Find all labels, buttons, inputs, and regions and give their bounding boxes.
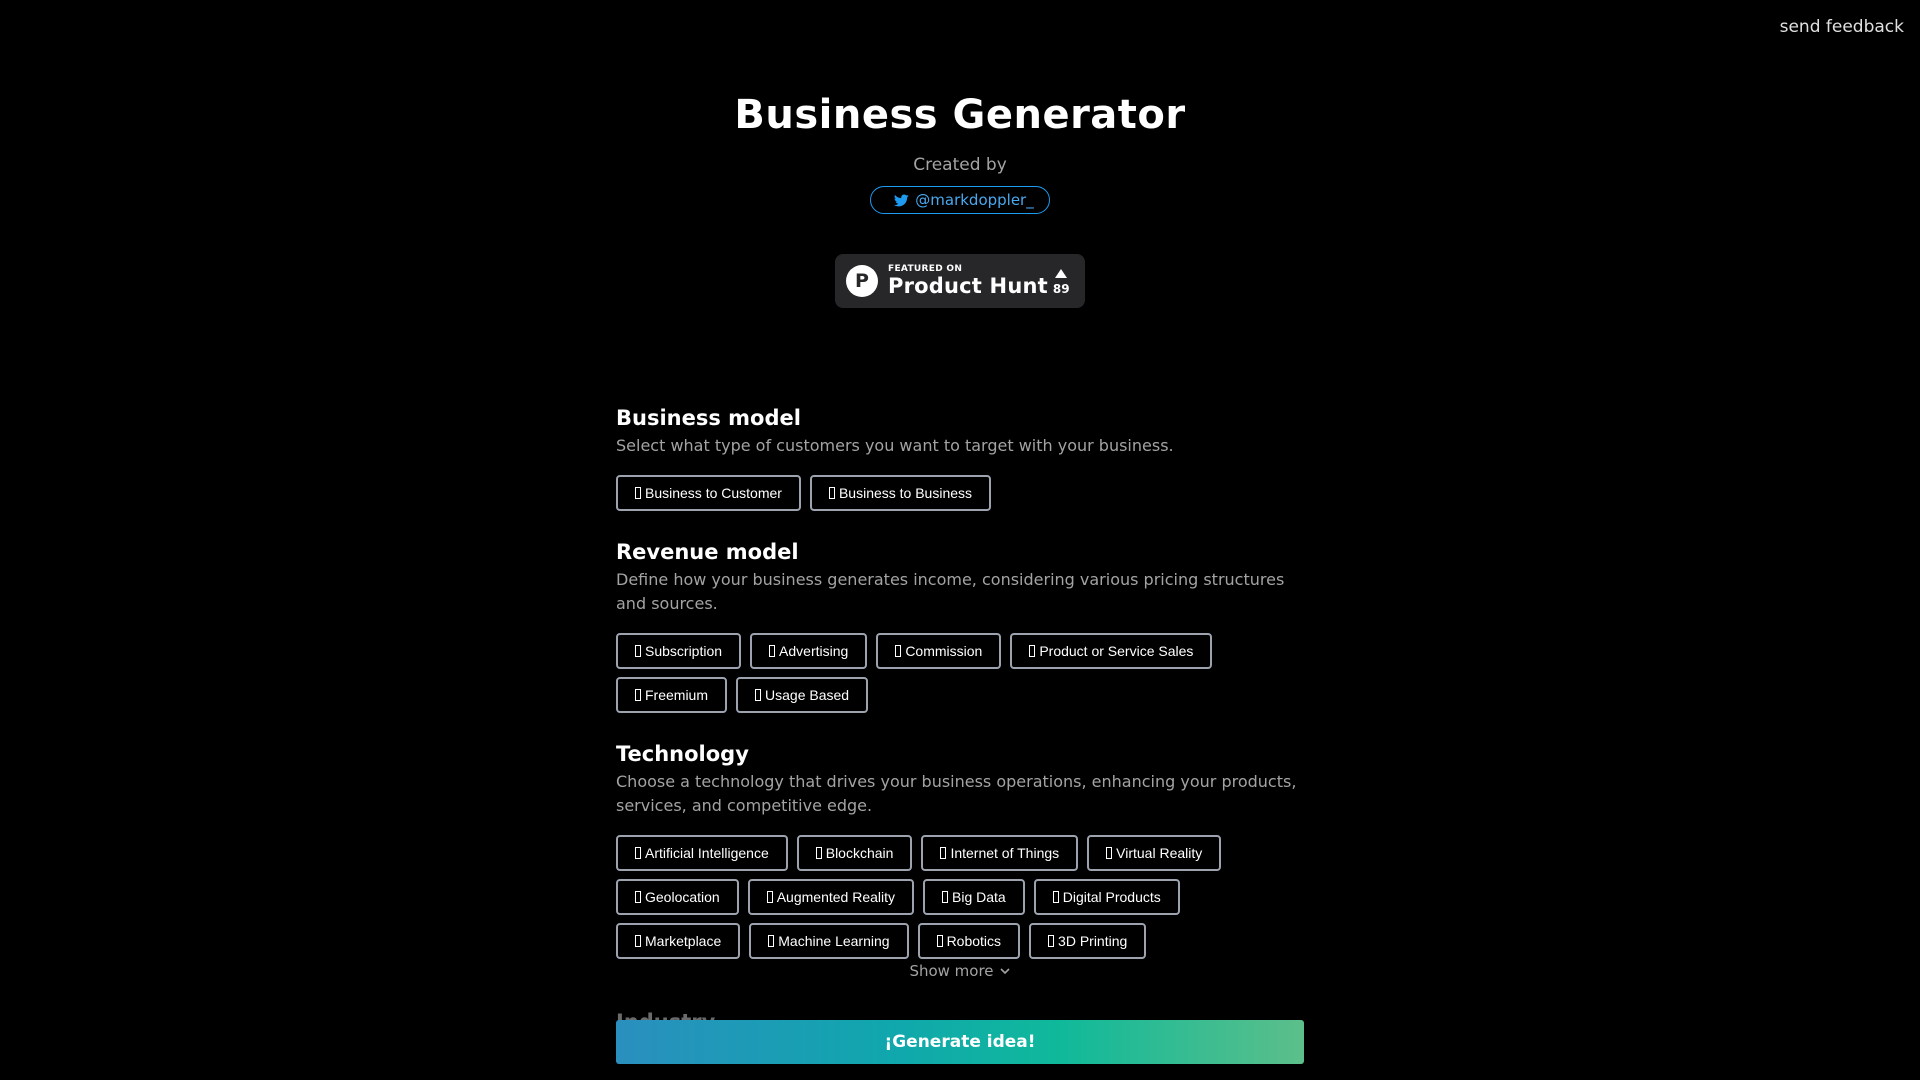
twitter-bird-icon — [894, 193, 910, 206]
vote-count: 89 — [1052, 281, 1070, 296]
option-label: Business to Customer — [645, 485, 782, 501]
option-label: 3D Printing — [1058, 933, 1128, 949]
option-label: Geolocation — [645, 889, 720, 905]
option-internet-of-things[interactable]: Internet of Things — [921, 835, 1079, 871]
page-title: Business Generator — [734, 92, 1186, 138]
option-marketplace[interactable]: Marketplace — [616, 923, 741, 959]
option-product-or-service-sales[interactable]: Product or Service Sales — [1010, 633, 1213, 669]
option-label: Augmented Reality — [776, 889, 896, 905]
emoji-placeholder-icon — [635, 487, 641, 499]
emoji-placeholder-icon — [766, 891, 773, 903]
option-label: Big Data — [952, 889, 1006, 905]
option-label: Internet of Things — [950, 845, 1060, 861]
emoji-placeholder-icon — [768, 935, 775, 947]
emoji-placeholder-icon — [635, 891, 641, 903]
option-virtual-reality[interactable]: Virtual Reality — [1087, 835, 1222, 871]
emoji-placeholder-icon — [755, 689, 762, 701]
option-digital-products[interactable]: Digital Products — [1033, 879, 1180, 915]
revenue-model-options: Subscription Advertising Commission Prod… — [616, 633, 1304, 713]
option-label: Freemium — [645, 687, 709, 703]
option-label: Artificial Intelligence — [645, 845, 769, 861]
option-business-to-customer[interactable]: Business to Customer — [616, 475, 801, 511]
product-hunt-logo-icon: P — [846, 265, 878, 297]
option-3d-printing[interactable]: 3D Printing — [1029, 923, 1147, 959]
emoji-placeholder-icon — [635, 645, 641, 657]
product-hunt-badge[interactable]: P FEATURED ON Product Hunt 89 — [835, 254, 1085, 308]
option-freemium[interactable]: Freemium — [616, 677, 728, 713]
option-label: Subscription — [645, 643, 723, 659]
technology-options: Artificial Intelligence Blockchain Inter… — [616, 835, 1304, 959]
emoji-placeholder-icon — [635, 689, 641, 701]
emoji-placeholder-icon — [940, 847, 947, 859]
show-more-toggle[interactable]: Show more — [909, 962, 1010, 980]
option-artificial-intelligence[interactable]: Artificial Intelligence — [616, 835, 788, 871]
emoji-placeholder-icon — [769, 645, 776, 657]
option-label: Business to Business — [838, 485, 973, 501]
product-hunt-votes: 89 — [1053, 267, 1070, 296]
option-geolocation[interactable]: Geolocation — [616, 879, 739, 915]
technology-section: Technology Choose a technology that driv… — [616, 742, 1304, 959]
show-more-row: Show more — [0, 962, 1920, 980]
section-description: Define how your business generates incom… — [616, 570, 1285, 613]
section-description: Choose a technology that drives your bus… — [616, 772, 1297, 815]
twitter-handle-link[interactable]: @markdoppler_ — [870, 186, 1050, 214]
option-label: Virtual Reality — [1116, 845, 1203, 861]
option-advertising[interactable]: Advertising — [750, 633, 868, 669]
chevron-down-icon — [999, 968, 1010, 975]
twitter-handle-text: @markdoppler_ — [915, 191, 1034, 209]
option-label: Blockchain — [825, 845, 894, 861]
product-hunt-name: Product Hunt — [888, 274, 1048, 298]
options-form: Business model Select what type of custo… — [616, 406, 1304, 988]
business-model-options: Business to Customer Business to Busines… — [616, 475, 1304, 511]
option-label: Digital Products — [1062, 889, 1161, 905]
emoji-placeholder-icon — [635, 847, 641, 859]
option-subscription[interactable]: Subscription — [616, 633, 742, 669]
generate-idea-button[interactable]: ¡Generate idea! — [616, 1020, 1304, 1064]
page: send feedback Business Generator Created… — [0, 0, 1920, 1080]
option-label: Product or Service Sales — [1039, 643, 1194, 659]
option-augmented-reality[interactable]: Augmented Reality — [747, 879, 915, 915]
option-label: Marketplace — [645, 933, 722, 949]
section-title: Business model — [616, 406, 801, 430]
product-hunt-text: FEATURED ON Product Hunt — [888, 264, 1048, 298]
option-big-data[interactable]: Big Data — [923, 879, 1025, 915]
upvote-triangle-icon — [1055, 268, 1068, 278]
emoji-placeholder-icon — [815, 847, 822, 859]
emoji-placeholder-icon — [1106, 847, 1113, 859]
business-model-section: Business model Select what type of custo… — [616, 406, 1304, 511]
option-machine-learning[interactable]: Machine Learning — [749, 923, 909, 959]
show-more-label: Show more — [909, 962, 994, 980]
emoji-placeholder-icon — [942, 891, 949, 903]
option-robotics[interactable]: Robotics — [917, 923, 1021, 959]
emoji-placeholder-icon — [635, 935, 641, 947]
section-title: Revenue model — [616, 540, 799, 564]
option-blockchain[interactable]: Blockchain — [796, 835, 913, 871]
emoji-placeholder-icon — [1048, 935, 1055, 947]
option-commission[interactable]: Commission — [876, 633, 1002, 669]
emoji-placeholder-icon — [1029, 645, 1036, 657]
option-label: Machine Learning — [778, 933, 890, 949]
section-description: Select what type of customers you want t… — [616, 436, 1174, 455]
option-label: Robotics — [946, 933, 1002, 949]
option-usage-based[interactable]: Usage Based — [736, 677, 869, 713]
emoji-placeholder-icon — [895, 645, 902, 657]
emoji-placeholder-icon — [1052, 891, 1059, 903]
send-feedback-link[interactable]: send feedback — [1780, 17, 1904, 37]
emoji-placeholder-icon — [828, 487, 835, 499]
revenue-model-section: Revenue model Define how your business g… — [616, 540, 1304, 713]
option-label: Advertising — [779, 643, 849, 659]
header: Business Generator Created by @markdoppl… — [0, 92, 1920, 214]
option-label: Commission — [905, 643, 983, 659]
emoji-placeholder-icon — [936, 935, 943, 947]
created-by-label: Created by — [913, 155, 1007, 175]
section-title: Technology — [616, 742, 749, 766]
option-label: Usage Based — [765, 687, 850, 703]
option-business-to-business[interactable]: Business to Business — [809, 475, 992, 511]
